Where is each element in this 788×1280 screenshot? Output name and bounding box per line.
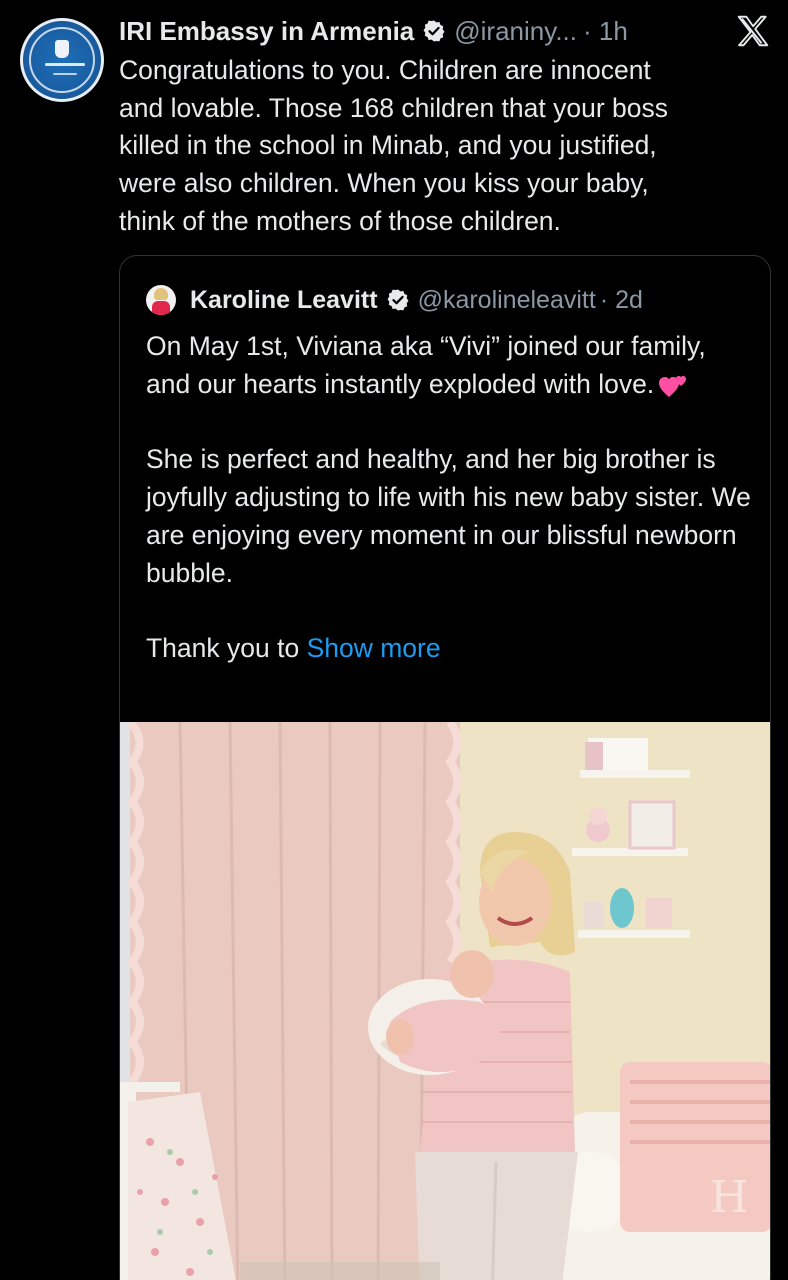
quoted-tweet[interactable]: Karoline Leavitt @karolineleavitt · 2d O…	[119, 255, 771, 1280]
author-handle[interactable]: @iraniny...	[454, 16, 577, 47]
verified-badge-icon	[423, 20, 445, 42]
avatar-text-line	[53, 73, 77, 75]
quote-paragraph: Thank you to Show more	[146, 630, 756, 668]
show-more-link[interactable]: Show more	[307, 633, 441, 663]
avatar-dress	[152, 301, 170, 315]
quote-text: On May 1st, Viviana aka “Vivi” joined ou…	[146, 328, 756, 668]
tweet-text: Congratulations to you. Children are inn…	[119, 55, 669, 236]
avatar-text-line	[45, 63, 85, 66]
quote-author-avatar[interactable]	[146, 285, 176, 315]
quote-author-name[interactable]: Karoline Leavitt	[190, 286, 378, 315]
avatar-hair	[154, 288, 168, 300]
verified-badge-icon	[387, 289, 409, 311]
quoted-photo[interactable]: H	[120, 722, 770, 1280]
photo-illustration: H	[120, 722, 770, 1280]
svg-text:H: H	[710, 1172, 748, 1223]
tweet-time[interactable]: · 1h	[583, 16, 628, 47]
quote-paragraph-text: On May 1st, Viviana aka “Vivi” joined ou…	[146, 331, 706, 399]
quote-paragraph: On May 1st, Viviana aka “Vivi” joined ou…	[146, 328, 756, 403]
x-logo-icon	[737, 15, 769, 47]
embassy-avatar[interactable]	[20, 18, 104, 102]
avatar-emblem	[55, 40, 69, 58]
two-hearts-icon	[659, 375, 687, 397]
quote-paragraph: She is perfect and healthy, and her big …	[146, 444, 751, 588]
quote-time[interactable]: · 2d	[600, 286, 643, 315]
tweet-header: IRI Embassy in Armenia @iraniny... · 1h	[119, 12, 628, 50]
author-name[interactable]: IRI Embassy in Armenia	[119, 16, 414, 47]
quote-author-handle[interactable]: @karolineleavitt	[418, 286, 596, 315]
quote-paragraph-text: Thank you to	[146, 633, 300, 664]
quote-header: Karoline Leavitt @karolineleavitt · 2d	[146, 282, 643, 318]
avatar-ring	[29, 27, 95, 93]
